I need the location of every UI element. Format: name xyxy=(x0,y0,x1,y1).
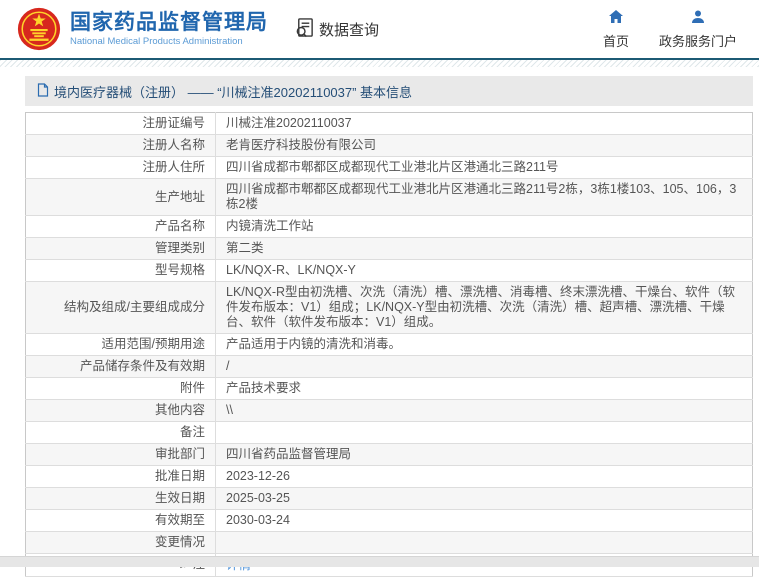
row-value: 第二类 xyxy=(226,241,264,255)
user-icon xyxy=(690,9,706,28)
site-header: 国家药品监督管理局 National Medical Products Admi… xyxy=(0,0,759,60)
breadcrumb: 境内医疗器械（注册） —— “川械注准20202110037” 基本信息 xyxy=(25,76,753,106)
row-label: 管理类别 xyxy=(25,237,216,260)
table-row: 附件 产品技术要求 xyxy=(25,377,753,400)
table-row: 审批部门 四川省药品监督管理局 xyxy=(25,443,753,466)
row-value: / xyxy=(226,359,230,373)
row-label-text: 型号规格 xyxy=(154,263,205,277)
table-row: 变更情况 xyxy=(25,531,753,554)
row-label: 变更情况 xyxy=(25,531,216,554)
table-row: 管理类别 第二类 xyxy=(25,237,753,260)
row-value: 四川省药品监督管理局 xyxy=(226,447,352,461)
national-emblem-logo xyxy=(16,6,62,52)
row-label-text: 审批部门 xyxy=(154,447,205,461)
row-value: 2030-03-24 xyxy=(226,513,290,527)
row-label-text: 其他内容 xyxy=(154,403,205,417)
row-label: 生效日期 xyxy=(25,487,216,510)
row-label-text: 结构及组成/主要组成成分 xyxy=(64,300,205,314)
table-row: 批准日期 2023-12-26 xyxy=(25,465,753,488)
site-title: 国家药品监督管理局 xyxy=(70,10,268,34)
hatch-divider xyxy=(0,60,759,67)
data-query-label: 数据查询 xyxy=(319,21,380,39)
row-label: 生产地址 xyxy=(25,178,216,216)
nav-home[interactable]: 首页 xyxy=(603,9,629,50)
row-value xyxy=(216,422,753,444)
row-value: 2025-03-25 xyxy=(226,491,290,505)
row-label: 批准日期 xyxy=(25,465,216,488)
table-row: 备注 xyxy=(25,421,753,444)
nav-home-label: 首页 xyxy=(602,33,629,49)
row-label-text: 注册人住所 xyxy=(142,160,205,174)
site-title-block: 国家药品监督管理局 National Medical Products Admi… xyxy=(70,11,268,48)
row-value: 四川省成都市郫都区成都现代工业港北片区港通北三路211号 xyxy=(226,160,559,174)
row-label-text: 变更情况 xyxy=(154,535,205,549)
table-row: 注册证编号 川械注准20202110037 xyxy=(25,112,753,135)
row-label-text: 注册人名称 xyxy=(142,138,205,152)
document-icon xyxy=(37,82,54,100)
row-value xyxy=(216,532,753,554)
table-row: 注册人名称 老肯医疗科技股份有限公司 xyxy=(25,134,753,157)
row-label-text: 生产地址 xyxy=(154,189,205,204)
table-row: 型号规格 LK/NQX-R、LK/NQX-Y xyxy=(25,259,753,282)
row-label-text: 注册证编号 xyxy=(142,116,205,130)
row-value: 内镜清洗工作站 xyxy=(226,219,314,233)
row-value: 2023-12-26 xyxy=(226,469,290,483)
row-value: 川械注准20202110037 xyxy=(226,116,352,130)
row-label: 型号规格 xyxy=(25,259,216,282)
row-label: 产品名称 xyxy=(25,215,216,238)
table-row: 适用范围/预期用途 产品适用于内镜的清洗和消毒。 xyxy=(25,333,753,356)
row-label: 结构及组成/主要组成成分 xyxy=(25,281,216,334)
row-label: 附件 xyxy=(25,377,216,400)
row-label-text: 产品名称 xyxy=(154,219,205,233)
footer-strip xyxy=(0,556,759,567)
row-label: 审批部门 xyxy=(25,443,216,466)
row-label-text: 产品储存条件及有效期 xyxy=(79,359,205,373)
header-nav: 首页 政务服务门户 xyxy=(603,9,745,50)
registration-info-table: 注册证编号 川械注准20202110037 注册人名称 老肯医疗科技股份有限公司 注册人… xyxy=(25,112,753,577)
row-label: 产品储存条件及有效期 xyxy=(25,355,216,378)
data-query-button[interactable]: 数据查询 xyxy=(294,17,379,42)
document-search-icon xyxy=(294,17,319,42)
table-row: 结构及组成/主要组成成分 LK/NQX-R型由初洗槽、次洗（清洗）槽、漂洗槽、消毒… xyxy=(25,281,753,334)
row-label: 适用范围/预期用途 xyxy=(25,333,216,356)
row-label: 备注 xyxy=(25,421,216,444)
site-subtitle: National Medical Products Administration xyxy=(70,35,243,47)
info-table-body: 注册证编号 川械注准20202110037 注册人名称 老肯医疗科技股份有限公司 注册人… xyxy=(25,112,753,577)
row-label-text: 有效期至 xyxy=(154,513,205,527)
row-label-text: 适用范围/预期用途 xyxy=(101,337,205,351)
row-value: LK/NQX-R、LK/NQX-Y xyxy=(226,263,356,277)
home-icon xyxy=(608,9,624,28)
row-label: 注册证编号 xyxy=(25,112,216,135)
row-label-text: 备注 xyxy=(179,425,205,439)
row-label-text: 生效日期 xyxy=(154,491,205,505)
row-value: 产品适用于内镜的清洗和消毒。 xyxy=(226,337,402,351)
row-label: 注册人名称 xyxy=(25,134,216,157)
table-row: 产品名称 内镜清洗工作站 xyxy=(25,215,753,238)
table-row: 注册人住所 四川省成都市郫都区成都现代工业港北片区港通北三路211号 xyxy=(25,156,753,179)
nav-portal[interactable]: 政务服务门户 xyxy=(659,9,737,50)
row-label: 注册人住所 xyxy=(25,156,216,179)
row-value: 四川省成都市郫都区成都现代工业港北片区港通北三路211号2栋，3栋1楼103、1… xyxy=(226,182,737,211)
table-row: 生效日期 2025-03-25 xyxy=(25,487,753,510)
row-value: 老肯医疗科技股份有限公司 xyxy=(226,138,377,152)
breadcrumb-text: 境内医疗器械（注册） —— “川械注准20202110037” 基本信息 xyxy=(54,84,413,100)
row-label-text: 管理类别 xyxy=(154,241,205,255)
table-row: 产品储存条件及有效期 / xyxy=(25,355,753,378)
row-value: 产品技术要求 xyxy=(226,381,302,395)
row-value: \\ xyxy=(226,403,233,417)
row-label-text: 附件 xyxy=(179,381,205,395)
table-row: 其他内容 \\ xyxy=(25,399,753,422)
row-label: 有效期至 xyxy=(25,509,216,532)
row-label: 其他内容 xyxy=(25,399,216,422)
row-label-text: 批准日期 xyxy=(154,469,205,483)
table-row: 生产地址 四川省成都市郫都区成都现代工业港北片区港通北三路211号2栋，3栋1楼1… xyxy=(25,178,753,216)
row-value: LK/NQX-R型由初洗槽、次洗（清洗）槽、漂洗槽、消毒槽、终末漂洗槽、干燥台、… xyxy=(226,285,736,329)
nav-portal-label: 政务服务门户 xyxy=(658,33,737,49)
table-row: 有效期至 2030-03-24 xyxy=(25,509,753,532)
